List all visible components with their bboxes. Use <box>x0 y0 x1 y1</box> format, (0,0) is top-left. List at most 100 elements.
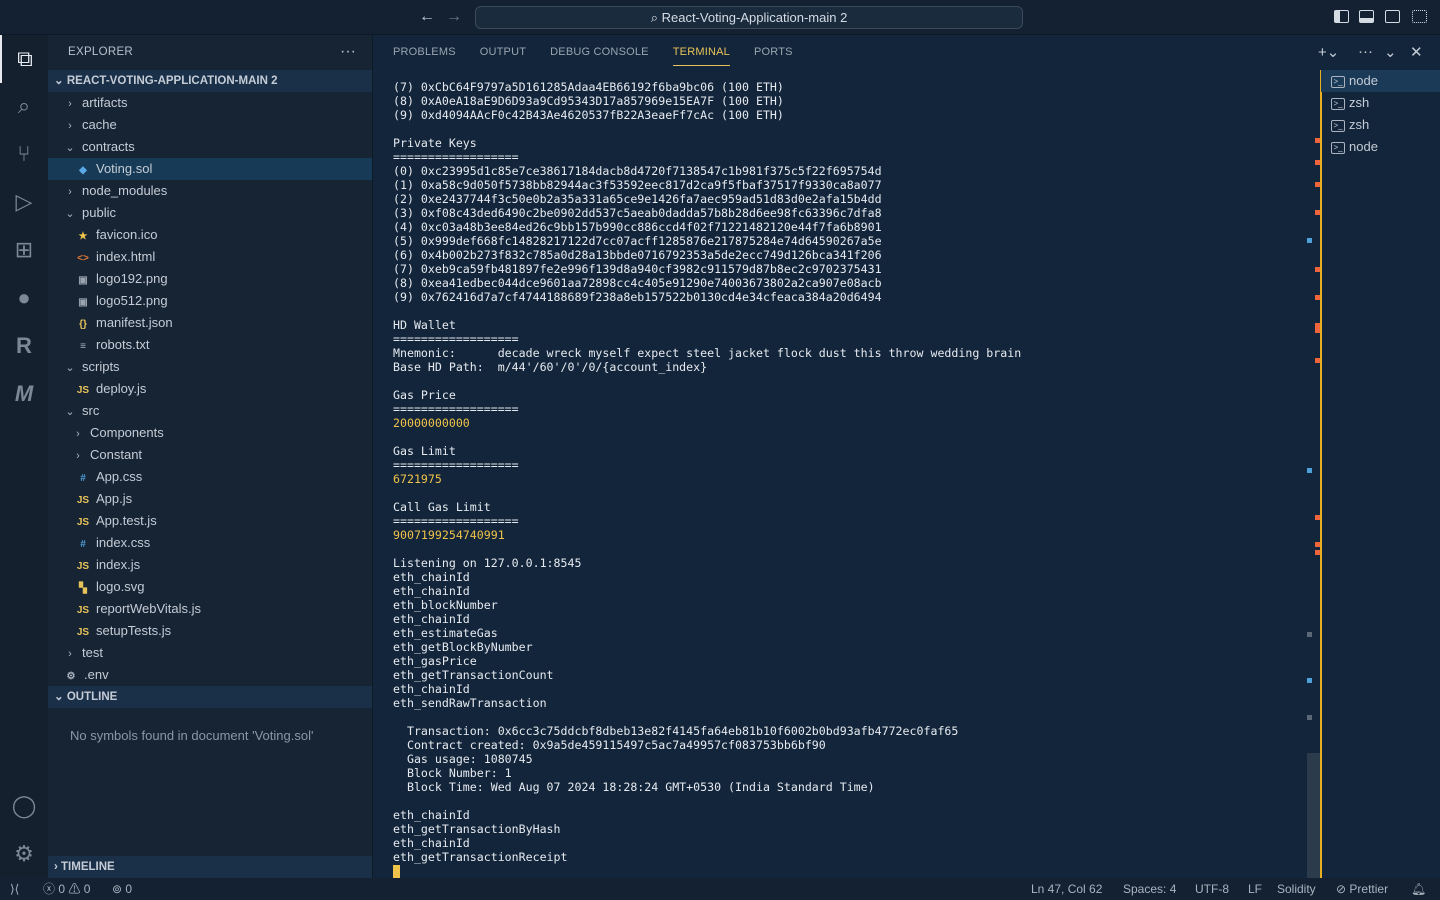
arrow-right-icon[interactable]: → <box>446 8 462 26</box>
workspace-root[interactable]: ⌄ REACT-VOTING-APPLICATION-MAIN 2 <box>48 70 372 92</box>
prettier-label: Prettier <box>1349 882 1389 896</box>
tree-file[interactable]: <> index.html <box>48 246 372 268</box>
html-icon: <> <box>77 253 89 264</box>
terminal-scrollbar[interactable] <box>1307 70 1320 878</box>
tree-folder[interactable]: › node_modules <box>48 180 372 202</box>
tab-debug-console[interactable]: DEBUG CONSOLE <box>550 35 649 70</box>
r-icon[interactable]: R <box>0 322 48 370</box>
tree-file[interactable]: ≡ robots.txt <box>48 334 372 356</box>
outline-section[interactable]: ⌄ OUTLINE <box>48 686 372 708</box>
tree-file[interactable]: ▣ logo512.png <box>48 290 372 312</box>
terminal-line: Transaction: 0x6cc3c75ddcbf8dbeb13e82f41… <box>393 724 959 738</box>
outline-empty-message: No symbols found in document 'Voting.sol… <box>70 728 314 743</box>
ports-status[interactable]: ⊚ 0 <box>112 878 132 900</box>
tab-problems[interactable]: PROBLEMS <box>393 35 456 70</box>
chevron-down-icon: ⌄ <box>65 142 75 154</box>
terminal-line: eth_blockNumber <box>393 598 498 612</box>
toggle-primary-sidebar-icon[interactable] <box>1334 10 1349 23</box>
tab-terminal[interactable]: TERMINAL <box>672 38 730 66</box>
terminal-line: eth_chainId <box>393 836 470 850</box>
more-actions-icon[interactable]: ··· <box>1358 43 1373 60</box>
tree-file[interactable]: JS App.js <box>48 488 372 510</box>
panel: PROBLEMS OUTPUT DEBUG CONSOLE TERMINAL PORTS… <box>373 35 1440 878</box>
files-icon[interactable]: ⧉ <box>0 35 48 83</box>
cursor-position[interactable]: Ln 47, Col 62 <box>1031 878 1102 900</box>
indentation[interactable]: Spaces: 4 <box>1123 878 1176 900</box>
terminal-instance-label: node <box>1349 73 1378 88</box>
notifications-bell-icon[interactable]: 🔔︎ <box>1411 878 1426 900</box>
tree-file[interactable]: # index.css <box>48 532 372 554</box>
terminal-line: ================== <box>393 458 519 472</box>
source-control-icon[interactable]: ⑂ <box>0 130 48 178</box>
terminal-line: eth_estimateGas <box>393 626 498 640</box>
tree-folder[interactable]: › test <box>48 642 372 664</box>
terminal-instance[interactable]: >_ zsh <box>1321 92 1440 114</box>
tree-folder[interactable]: ⌄ src <box>48 400 372 422</box>
tree-item-label: reportWebVitals.js <box>96 601 202 616</box>
remote-icon[interactable]: ⟩⟨ <box>10 878 19 900</box>
tree-folder[interactable]: ⌄ scripts <box>48 356 372 378</box>
command-center-search[interactable]: ⌕ React-Voting-Application-main 2 <box>475 6 1023 29</box>
customize-layout-icon[interactable] <box>1412 10 1427 23</box>
tree-file[interactable]: JS index.js <box>48 554 372 576</box>
tab-ports[interactable]: PORTS <box>754 35 793 70</box>
tree-item-label: node_modules <box>82 183 168 198</box>
mongodb-icon[interactable]: M <box>0 370 48 418</box>
broadcast-icon: ⊚ <box>112 882 123 896</box>
account-icon[interactable]: ◯ <box>0 782 48 830</box>
tree-file[interactable]: {} manifest.json <box>48 312 372 334</box>
terminal-instance[interactable]: >_ node <box>1321 70 1440 92</box>
toggle-secondary-sidebar-icon[interactable] <box>1385 10 1400 23</box>
scrollbar-thumb[interactable] <box>1307 753 1320 878</box>
tree-file[interactable]: ◆ Voting.sol <box>48 158 372 180</box>
line-ending[interactable]: LF <box>1248 878 1262 900</box>
terminal-line: eth_chainId <box>393 570 470 584</box>
chevron-right-icon: › <box>68 186 72 198</box>
tree-file[interactable]: ▣ logo192.png <box>48 268 372 290</box>
javascript-icon: JS <box>76 561 90 572</box>
toggle-panel-icon[interactable] <box>1359 10 1374 23</box>
new-terminal-icon[interactable]: +⌄ <box>1318 43 1339 61</box>
run-debug-icon[interactable]: ▷ <box>0 178 48 226</box>
tree-file[interactable]: ▚ logo.svg <box>48 576 372 598</box>
language-mode[interactable]: Solidity <box>1277 878 1316 900</box>
tree-file[interactable]: ⚙ .env <box>48 664 372 686</box>
tree-file[interactable]: JS App.test.js <box>48 510 372 532</box>
prettier-status[interactable]: ⊘ Prettier <box>1336 878 1388 900</box>
arrow-left-icon[interactable]: ← <box>419 8 435 26</box>
check-double-icon: ⊘ <box>1336 882 1350 896</box>
terminal-line: (8) 0xea41edbec044dce9601aa72898cc4c405e… <box>393 276 882 290</box>
tree-item-label: App.js <box>96 491 133 506</box>
tree-file[interactable]: JS reportWebVitals.js <box>48 598 372 620</box>
github-icon[interactable]: ● <box>0 274 48 322</box>
terminal-line: eth_chainId <box>393 612 470 626</box>
problems-status[interactable]: ⓧ 0 ⚠ 0 <box>43 878 90 900</box>
timeline-section[interactable]: › TIMELINE <box>48 856 372 878</box>
extensions-icon[interactable]: ⊞ <box>0 226 48 274</box>
tree-folder[interactable]: ⌄ contracts <box>48 136 372 158</box>
tree-folder[interactable]: › cache <box>48 114 372 136</box>
tree-file[interactable]: JS deploy.js <box>48 378 372 400</box>
tab-output[interactable]: OUTPUT <box>480 35 526 70</box>
terminal-instance[interactable]: >_ node <box>1321 136 1440 158</box>
css-icon: # <box>80 539 86 550</box>
tree-folder[interactable]: ⌄ public <box>48 202 372 224</box>
ports-count: 0 <box>125 882 133 896</box>
settings-gear-icon[interactable]: ⚙ <box>0 830 48 878</box>
more-actions-icon[interactable]: ··· <box>340 35 356 68</box>
javascript-icon: JS <box>76 495 90 506</box>
tree-file[interactable]: ★ favicon.ico <box>48 224 372 246</box>
collapse-panel-icon[interactable]: ⌄ <box>1384 43 1397 61</box>
terminal-output[interactable]: (7) 0xCbC64F9797a5D161285Adaa4EB66192f6b… <box>393 80 1021 878</box>
terminal-instance[interactable]: >_ zsh <box>1321 114 1440 136</box>
tree-folder[interactable]: › Constant <box>48 444 372 466</box>
tree-file[interactable]: JS setupTests.js <box>48 620 372 642</box>
search-icon[interactable]: ⌕ <box>0 82 48 130</box>
tree-file[interactable]: # App.css <box>48 466 372 488</box>
tree-folder[interactable]: › Components <box>48 422 372 444</box>
close-panel-icon[interactable]: ✕ <box>1410 43 1423 61</box>
terminal-list-divider[interactable] <box>1320 70 1322 878</box>
tree-folder[interactable]: › artifacts <box>48 92 372 114</box>
encoding[interactable]: UTF-8 <box>1195 878 1229 900</box>
